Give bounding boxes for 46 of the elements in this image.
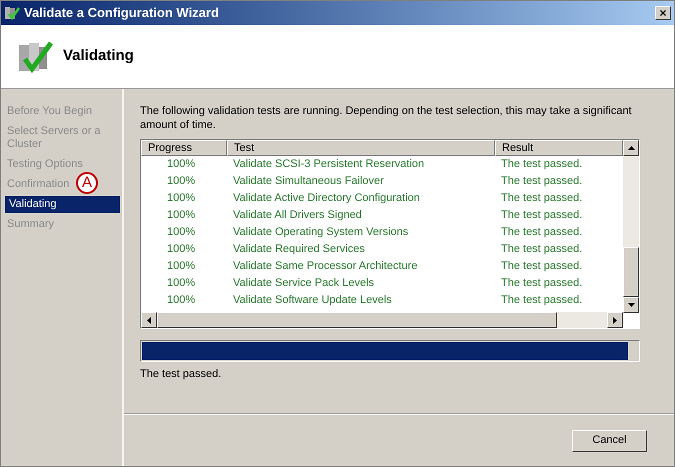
page-title: Validating bbox=[63, 46, 134, 66]
table-cell-text: 100% bbox=[166, 259, 196, 274]
table-cell-text: The test passed. bbox=[500, 293, 584, 308]
table-cell-text: Validate Software Update Levels bbox=[232, 293, 393, 308]
table-cell-text: Validate Operating System Versions bbox=[232, 225, 410, 240]
status-text: The test passed. bbox=[140, 367, 222, 382]
left-arrow-icon bbox=[147, 316, 151, 324]
table-cell-text: 100% bbox=[166, 242, 196, 258]
server-check-icon bbox=[17, 38, 53, 74]
table-cell-text: 100% bbox=[166, 225, 196, 240]
close-button[interactable]: × bbox=[655, 6, 671, 20]
table-cell-text: Validate Active Directory Configuration bbox=[232, 191, 421, 206]
column-header[interactable]: Result bbox=[495, 140, 623, 156]
table-cell-text: 100% bbox=[166, 208, 196, 224]
table-cell-text: 100% bbox=[166, 157, 196, 172]
column-header[interactable]: Test bbox=[227, 140, 495, 156]
column-header[interactable]: Progress bbox=[141, 140, 227, 156]
down-arrow-icon bbox=[628, 303, 634, 307]
horizontal-scrollbar[interactable] bbox=[141, 312, 623, 328]
table-cell-text: Validate All Drivers Signed bbox=[232, 208, 363, 224]
table-cell-text: The test passed. bbox=[500, 242, 584, 258]
table-cell-text: Validate Same Processor Architecture bbox=[232, 259, 418, 274]
table-cell-text: 100% bbox=[166, 293, 196, 308]
cancel-button[interactable]: Cancel bbox=[572, 430, 647, 452]
intro-text: The following validation tests are running. Depending on the test selection, this may take a significant amount of time. bbox=[140, 104, 633, 132]
table-cell-text: The test passed. bbox=[500, 259, 584, 274]
table-cell-text: Validate Required Services bbox=[232, 242, 366, 258]
table-cell-text: Validate Service Pack Levels bbox=[232, 276, 376, 292]
table-cell-text: 100% bbox=[166, 191, 196, 206]
up-arrow-icon bbox=[628, 146, 634, 150]
table-cell-text: Validate SCSI-3 Persistent Reservation bbox=[232, 157, 426, 172]
table-cell-text: The test passed. bbox=[500, 208, 584, 224]
table-cell-text: 100% bbox=[166, 276, 196, 292]
vertical-scrollbar[interactable] bbox=[623, 140, 639, 313]
table-cell-text: The test passed. bbox=[500, 157, 584, 172]
callout-marker: A bbox=[76, 172, 98, 194]
window-title: Validate a Configuration Wizard bbox=[24, 4, 219, 22]
wizard-step[interactable]: Validating bbox=[5, 196, 120, 213]
right-arrow-icon bbox=[613, 316, 617, 324]
table-cell-text: The test passed. bbox=[500, 191, 584, 206]
table-cell-text: Validate Simultaneous Failover bbox=[232, 174, 385, 190]
server-check-icon bbox=[4, 5, 20, 21]
table-cell-text: The test passed. bbox=[500, 276, 584, 292]
table-cell-text: 100% bbox=[166, 174, 196, 190]
table-cell-text: The test passed. bbox=[500, 225, 584, 240]
table-cell-text: The test passed. bbox=[500, 174, 584, 190]
